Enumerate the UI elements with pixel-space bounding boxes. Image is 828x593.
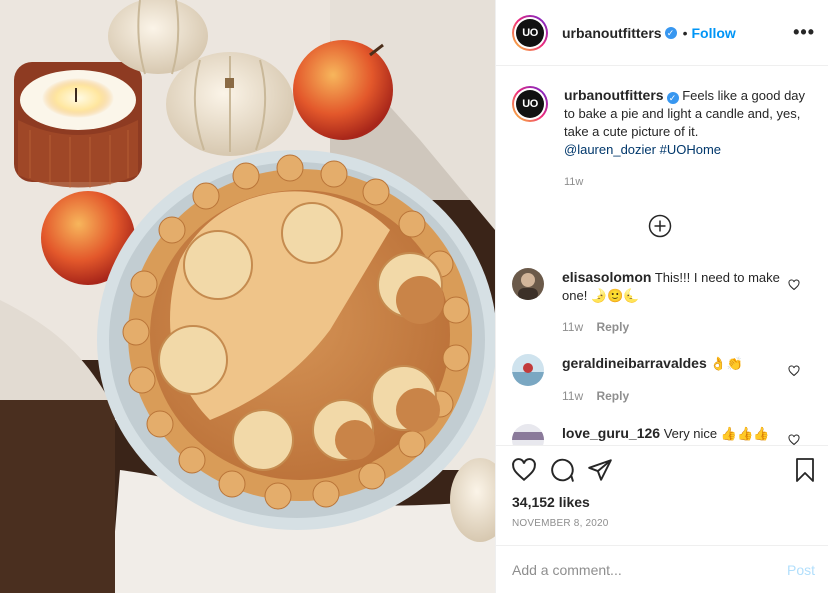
- comment-item: geraldineibarravaldes 👌👏 11w Reply: [512, 354, 817, 405]
- reply-button[interactable]: Reply: [596, 320, 629, 334]
- commenter-avatar[interactable]: [512, 268, 544, 300]
- comment-meta: 11w Reply: [562, 318, 787, 336]
- author-avatar[interactable]: UO: [512, 14, 548, 51]
- post-caption: UO urbanoutfitters ✓ Feels like a good da…: [512, 86, 817, 159]
- likes-count[interactable]: 34,152 likes: [512, 494, 590, 510]
- caption-text-block: urbanoutfitters ✓ Feels like a good day t…: [564, 86, 814, 159]
- like-heart-icon[interactable]: [511, 457, 537, 483]
- post-details-panel: UO urbanoutfitters ✓ • Follow ••• UO urb…: [495, 0, 828, 593]
- comment-time[interactable]: 11w: [562, 389, 583, 403]
- comment-bubble-icon[interactable]: [549, 457, 575, 483]
- comment-meta: 11w Reply: [562, 387, 787, 405]
- caption-verified-badge-icon: ✓: [666, 92, 679, 104]
- caption-hashtag-link[interactable]: #UOHome: [660, 142, 721, 157]
- pie-photo-illustration: [0, 0, 495, 593]
- commenter-avatar[interactable]: [512, 354, 544, 386]
- follow-button[interactable]: Follow: [691, 25, 735, 41]
- comment-username[interactable]: elisasolomon: [562, 269, 651, 285]
- load-more-comments-icon[interactable]: [648, 214, 672, 238]
- save-bookmark-icon[interactable]: [793, 457, 817, 483]
- post-header: UO urbanoutfitters ✓ • Follow •••: [496, 0, 828, 66]
- post-photo[interactable]: [0, 0, 495, 593]
- caption-timestamp[interactable]: 11w: [564, 176, 583, 188]
- instagram-post: UO urbanoutfitters ✓ • Follow ••• UO urb…: [0, 0, 828, 593]
- add-comment-bar: Add a comment... Post: [496, 545, 828, 593]
- more-options-icon[interactable]: •••: [793, 22, 815, 43]
- comment-username[interactable]: love_guru_126: [562, 425, 660, 441]
- verified-badge-icon: ✓: [664, 26, 677, 39]
- comment-item: elisasolomon This!!! I need to make one!…: [512, 268, 817, 336]
- caption-mention-link[interactable]: @lauren_dozier: [564, 142, 656, 157]
- author-username[interactable]: urbanoutfitters: [562, 25, 662, 41]
- caption-avatar-logo-text: UO: [516, 90, 544, 118]
- post-actions-section: 34,152 likes NOVEMBER 8, 2020 Add a comm…: [496, 445, 828, 593]
- reply-button[interactable]: Reply: [596, 389, 629, 403]
- comment-time[interactable]: 11w: [562, 320, 583, 334]
- comment-body: geraldineibarravaldes 👌👏 11w Reply: [562, 354, 787, 405]
- caption-username[interactable]: urbanoutfitters: [564, 87, 664, 103]
- post-comment-button[interactable]: Post: [787, 562, 815, 578]
- share-paper-plane-icon[interactable]: [587, 457, 613, 483]
- comment-text: Very nice 👍👍👍: [663, 426, 770, 441]
- comment-body: elisasolomon This!!! I need to make one!…: [562, 268, 787, 336]
- comment-text: 👌👏: [710, 356, 743, 371]
- comment-username[interactable]: geraldineibarravaldes: [562, 355, 707, 371]
- separator-dot: •: [682, 24, 688, 41]
- comment-like-heart-icon[interactable]: [788, 279, 800, 291]
- add-comment-input[interactable]: Add a comment...: [512, 562, 622, 578]
- caption-author-avatar[interactable]: UO: [512, 86, 548, 122]
- avatar-logo-text: UO: [516, 18, 544, 47]
- post-date[interactable]: NOVEMBER 8, 2020: [512, 518, 609, 529]
- comment-like-heart-icon[interactable]: [788, 365, 800, 377]
